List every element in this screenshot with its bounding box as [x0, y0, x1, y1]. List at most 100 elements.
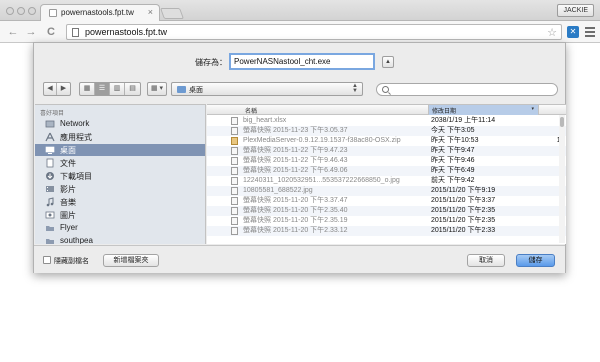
forward-arrow-icon[interactable]: → — [24, 25, 38, 39]
applications-icon — [45, 132, 55, 142]
close-window-icon[interactable] — [6, 7, 14, 15]
desktop-icon — [45, 146, 55, 154]
zoom-window-icon[interactable] — [28, 7, 36, 15]
sidebar-item-applications[interactable]: 應用程式 — [35, 131, 205, 143]
file-date: 2038/1/19 上午11:14 — [431, 117, 496, 124]
image-file-icon — [231, 167, 238, 175]
tab-close-icon[interactable]: × — [148, 7, 153, 17]
page-favicon-icon — [49, 9, 57, 17]
file-name: 螢幕快照 2015-11-23 下午3.05.37 — [243, 127, 348, 134]
extension-icon[interactable]: ✕ — [567, 26, 579, 38]
file-row[interactable]: 螢幕快照 2015-11-20 下午2.33.12 2015/11/20 下午2:… — [207, 226, 566, 236]
browser-menu-icon[interactable] — [585, 27, 595, 39]
url-text: powernastools.fpt.tw — [85, 27, 168, 37]
minimize-window-icon[interactable] — [17, 7, 25, 15]
image-file-icon — [231, 157, 238, 165]
file-row[interactable]: PlexMediaServer-0.9.12.19.1537-f38ac80-O… — [207, 136, 566, 146]
downloads-icon — [46, 172, 54, 180]
file-list-header: 名稱 修改日期 ▾ — [207, 105, 566, 115]
name-column-header[interactable]: 名稱 — [245, 106, 257, 115]
file-name: 12240311_1020532951...553537222668850_o.… — [243, 177, 400, 184]
cancel-button[interactable]: 取消 — [467, 254, 505, 267]
location-label: 桌面 — [189, 87, 203, 94]
sidebar-item-label: 音樂 — [60, 198, 76, 207]
nav-forward-button[interactable]: ▶ — [57, 83, 70, 95]
movies-icon — [46, 186, 54, 192]
bookmark-star-icon[interactable]: ☆ — [547, 26, 557, 39]
back-arrow-icon[interactable]: ← — [6, 25, 20, 39]
sidebar-item-label: 下載項目 — [60, 172, 92, 181]
image-file-icon — [231, 177, 238, 185]
file-date: 今天 下午3:05 — [431, 127, 475, 134]
sidebar-item-documents[interactable]: 文件 — [35, 157, 205, 169]
file-name: 10805581_688522.jpg — [243, 187, 313, 194]
file-row[interactable]: 螢幕快照 2015-11-20 下午2.35.40 2015/11/20 下午2:… — [207, 206, 566, 216]
file-name: 螢幕快照 2015-11-20 下午2.35.19 — [243, 217, 348, 224]
date-column-header[interactable]: 修改日期 ▾ — [428, 105, 539, 115]
file-name: big_heart.xlsx — [243, 117, 287, 124]
file-name: PlexMediaServer-0.9.12.19.1537-f38ac80-O… — [243, 137, 401, 144]
file-name: 螢幕快照 2015-11-22 下午9.46.43 — [243, 157, 348, 164]
image-file-icon — [231, 197, 238, 205]
sidebar-item-desktop[interactable]: 桌面 — [35, 144, 205, 156]
save-dialog: 儲存為： ▲ ◀ ▶ ▦ ☰ ▥ ▤ ▦ ▾ 桌面 ▲▼ 喜好項目 Networ… — [33, 42, 566, 273]
sidebar-item-movies[interactable]: 影片 — [35, 183, 205, 195]
file-name: 螢幕快照 2015-11-22 下午6.49.06 — [243, 167, 348, 174]
popup-arrows-icon: ▲ ▼ — [352, 83, 358, 94]
sidebar-item-label: Network — [60, 119, 90, 128]
sidebar-item-pictures[interactable]: 圖片 — [35, 209, 205, 221]
file-date: 前天 下午9:42 — [431, 177, 475, 184]
file-name: 螢幕快照 2015-11-20 下午3.37.47 — [243, 197, 348, 204]
file-row[interactable]: 螢幕快照 2015-11-22 下午9.46.43昨天 下午9:464 — [207, 156, 566, 166]
sidebar-item-network[interactable]: Network — [35, 118, 205, 130]
hide-extension-checkbox[interactable] — [43, 256, 51, 264]
new-tab-button[interactable] — [159, 8, 185, 19]
save-button[interactable]: 儲存 — [516, 254, 555, 267]
new-folder-button[interactable]: 新增檔案夾 — [103, 254, 159, 267]
arrange-icon: ▦ ▾ — [150, 85, 164, 92]
file-list-scrollbar[interactable] — [559, 115, 565, 243]
file-name: 螢幕快照 2015-11-20 下午2.35.40 — [243, 207, 348, 214]
favorites-header: 喜好項目 — [40, 111, 65, 117]
file-date: 昨天 下午10:53 — [431, 137, 479, 144]
file-row[interactable]: 螢幕快照 2015-11-22 下午9.47.23昨天 下午9:474 — [207, 146, 566, 156]
file-icon — [231, 127, 238, 135]
page-icon — [72, 28, 79, 37]
address-bar[interactable]: powernastools.fpt.tw ☆ — [66, 24, 562, 40]
file-date: 昨天 下午6:49 — [431, 167, 475, 174]
filename-input[interactable] — [229, 53, 375, 70]
scrollbar-thumb[interactable] — [560, 117, 564, 127]
list-view-button[interactable]: ☰ — [95, 83, 110, 95]
search-field[interactable] — [376, 83, 558, 96]
history-nav: ◀ ▶ — [43, 82, 71, 96]
file-row[interactable]: 螢幕快照 2015-11-20 下午2.35.19 2015/11/20 下午2:… — [207, 216, 566, 226]
file-row[interactable]: 螢幕快照 2015-11-20 下午3.37.47 2015/11/20 下午3:… — [207, 196, 566, 206]
sidebar-item-label: 影片 — [60, 185, 76, 194]
nav-back-button[interactable]: ◀ — [44, 83, 57, 95]
coverflow-view-button[interactable]: ▤ — [125, 83, 140, 95]
file-row[interactable]: 螢幕快照 2015-11-23 下午3.05.37 今天 下午3:05 — [207, 126, 566, 136]
file-row[interactable]: 螢幕快照 2015-11-22 下午6.49.06昨天 下午6:494 — [207, 166, 566, 176]
column-view-button[interactable]: ▥ — [110, 83, 125, 95]
file-name: 螢幕快照 2015-11-20 下午2.33.12 — [243, 227, 348, 234]
file-row[interactable]: big_heart.xlsx 2038/1/19 上午11:14 — [207, 116, 566, 126]
file-row[interactable]: 10805581_688522.jpg 2015/11/20 下午9:19 — [207, 186, 566, 196]
file-date: 2015/11/20 下午9:19 — [431, 187, 496, 194]
browser-tab[interactable]: powernastools.fpt.tw × — [40, 4, 160, 21]
arrange-button[interactable]: ▦ ▾ — [147, 82, 167, 96]
icon-view-button[interactable]: ▦ — [80, 83, 95, 95]
date-column-label: 修改日期 — [432, 109, 457, 115]
search-icon — [382, 86, 389, 93]
file-row[interactable]: 12240311_1020532951...553537222668850_o.… — [207, 176, 566, 186]
image-file-icon — [231, 187, 238, 195]
collapse-dialog-button[interactable]: ▲ — [382, 56, 394, 68]
image-file-icon — [231, 227, 238, 235]
profile-button[interactable]: JACKIE — [557, 4, 594, 17]
folder-icon — [46, 239, 54, 244]
sidebar-item-southpea[interactable]: southpea — [35, 235, 205, 244]
reload-icon[interactable]: C — [44, 25, 58, 39]
location-popup[interactable]: 桌面 ▲ ▼ — [171, 82, 363, 96]
sidebar-item-downloads[interactable]: 下載項目 — [35, 170, 205, 182]
sidebar-item-music[interactable]: 音樂 — [35, 196, 205, 208]
sidebar-item-flyer[interactable]: Flyer — [35, 222, 205, 234]
